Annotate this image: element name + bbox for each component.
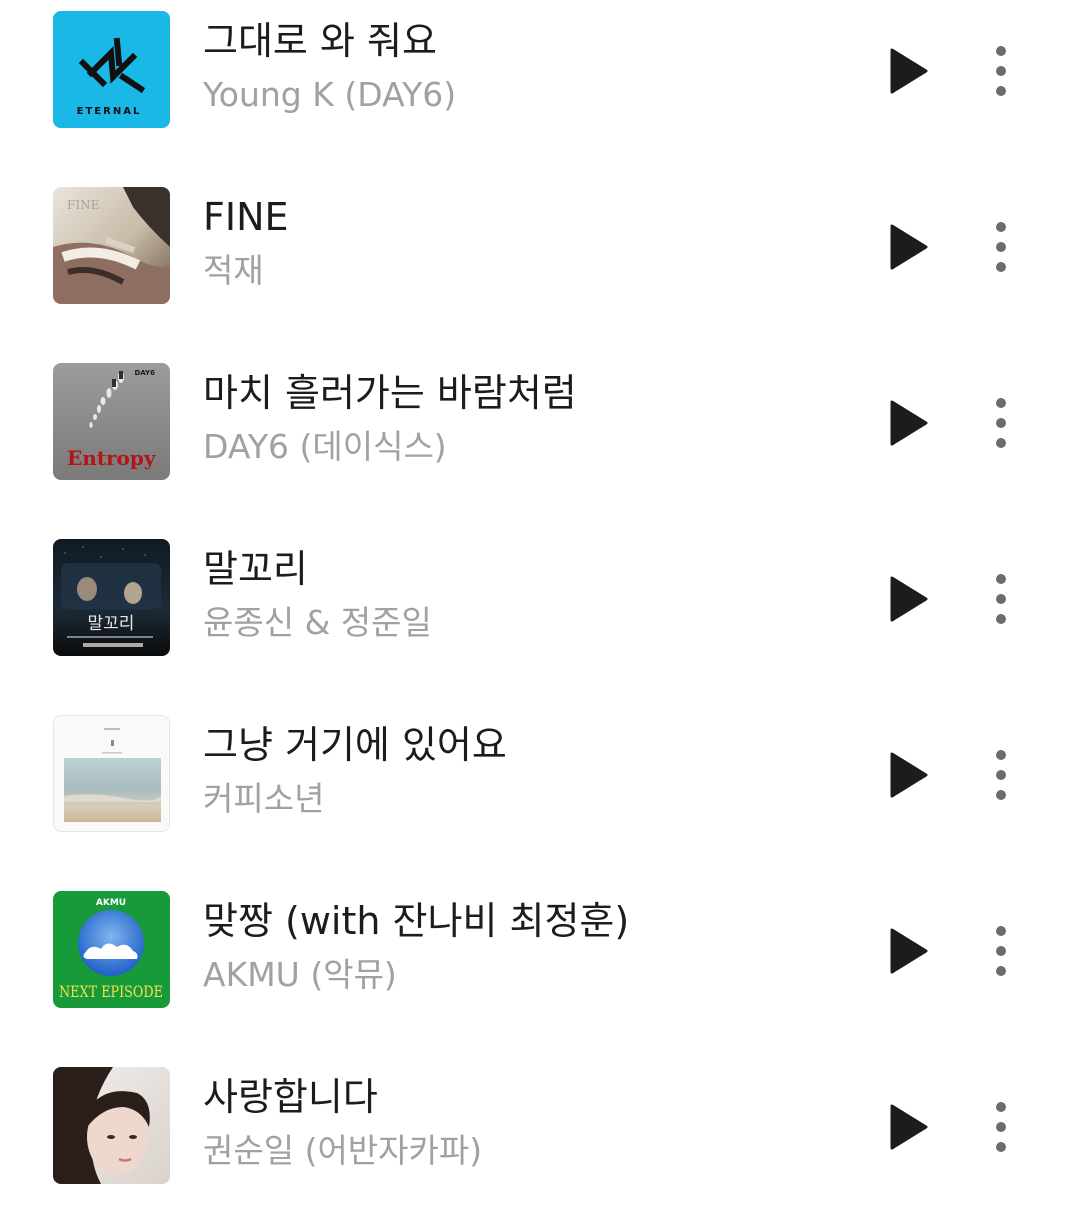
- track-row[interactable]: FINE FINE 적재: [0, 187, 1071, 337]
- more-options-button[interactable]: [978, 393, 1024, 453]
- play-button[interactable]: [876, 39, 940, 103]
- track-title: 그대로 와 줘요: [203, 19, 437, 63]
- track-title: 맞짱 (with 잔나비 최정훈): [203, 899, 630, 943]
- track-row[interactable]: DAY6 Entropy 마치 흘러가는 바람처럼 DAY6 (데이식스): [0, 363, 1071, 513]
- album-cover[interactable]: [53, 1067, 170, 1184]
- play-button[interactable]: [876, 1095, 940, 1159]
- more-vertical-icon: [996, 574, 1006, 624]
- cover-text: FINE: [67, 198, 99, 212]
- play-button[interactable]: [876, 215, 940, 279]
- track-artist: 권순일 (어반자카파): [203, 1131, 483, 1170]
- cover-text: Entropy: [67, 446, 157, 470]
- play-icon: [890, 48, 928, 94]
- track-artist: DAY6 (데이식스): [203, 427, 447, 466]
- track-list: ETERNAL 그대로 와 줘요 Young K (DAY6) FINE FIN…: [0, 0, 1071, 1200]
- more-options-button[interactable]: [978, 745, 1024, 805]
- track-title: 말꼬리: [203, 547, 308, 591]
- track-artist: AKMU (악뮤): [203, 955, 397, 994]
- cover-text: 말꼬리: [88, 614, 135, 634]
- album-cover[interactable]: [53, 715, 170, 832]
- cover-text: ETERNAL: [77, 106, 142, 117]
- play-icon: [890, 224, 928, 270]
- track-title: 사랑합니다: [203, 1075, 378, 1119]
- track-row[interactable]: 그냥 거기에 있어요 커피소년: [0, 715, 1071, 865]
- album-cover[interactable]: 말꼬리: [53, 539, 170, 656]
- more-vertical-icon: [996, 46, 1006, 96]
- track-artist: 윤종신 & 정준일: [203, 603, 432, 642]
- more-vertical-icon: [996, 926, 1006, 976]
- play-icon: [890, 576, 928, 622]
- cover-subtext: AKMU: [96, 898, 126, 908]
- play-button[interactable]: [876, 391, 940, 455]
- album-cover[interactable]: DAY6 Entropy: [53, 363, 170, 480]
- play-button[interactable]: [876, 567, 940, 631]
- track-artist: 적재: [203, 251, 264, 290]
- play-icon: [890, 1104, 928, 1150]
- more-options-button[interactable]: [978, 569, 1024, 629]
- more-vertical-icon: [996, 750, 1006, 800]
- more-vertical-icon: [996, 1102, 1006, 1152]
- track-row[interactable]: AKMU NEXT EPISODE 맞짱 (with 잔나비 최정훈) AKMU…: [0, 891, 1071, 1041]
- play-icon: [890, 928, 928, 974]
- track-row[interactable]: 말꼬리 말꼬리 윤종신 & 정준일: [0, 539, 1071, 689]
- track-row[interactable]: 사랑합니다 권순일 (어반자카파): [0, 1067, 1071, 1217]
- more-vertical-icon: [996, 398, 1006, 448]
- track-title: 마치 흘러가는 바람처럼: [203, 371, 577, 415]
- play-button[interactable]: [876, 743, 940, 807]
- track-title: 그냥 거기에 있어요: [203, 723, 507, 767]
- track-title: FINE: [203, 195, 289, 239]
- play-button[interactable]: [876, 919, 940, 983]
- album-cover[interactable]: FINE: [53, 187, 170, 304]
- cover-subtext: DAY6: [135, 369, 156, 377]
- track-row[interactable]: ETERNAL 그대로 와 줘요 Young K (DAY6): [0, 11, 1071, 161]
- more-options-button[interactable]: [978, 921, 1024, 981]
- more-options-button[interactable]: [978, 41, 1024, 101]
- album-cover[interactable]: AKMU NEXT EPISODE: [53, 891, 170, 1008]
- album-cover[interactable]: ETERNAL: [53, 11, 170, 128]
- play-icon: [890, 400, 928, 446]
- more-options-button[interactable]: [978, 217, 1024, 277]
- more-options-button[interactable]: [978, 1097, 1024, 1157]
- play-icon: [890, 752, 928, 798]
- cover-text: NEXT EPISODE: [59, 982, 163, 1001]
- track-artist: Young K (DAY6): [203, 75, 457, 114]
- more-vertical-icon: [996, 222, 1006, 272]
- track-artist: 커피소년: [203, 779, 325, 818]
